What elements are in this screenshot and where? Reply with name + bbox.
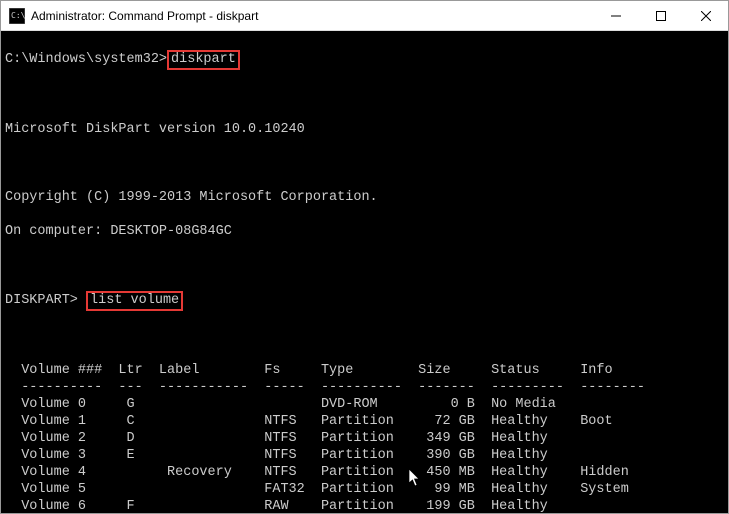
minimize-button[interactable]: [593, 1, 638, 30]
svg-text:C:\: C:\: [11, 11, 25, 20]
titlebar: C:\ Administrator: Command Prompt - disk…: [1, 1, 728, 31]
maximize-button[interactable]: [638, 1, 683, 30]
window-controls: [593, 1, 728, 30]
cmd-diskpart: diskpart: [167, 50, 240, 70]
version-line: Microsoft DiskPart version 10.0.10240: [5, 121, 724, 138]
volume-table: Volume ### Ltr Label Fs Type Size Status…: [5, 362, 724, 513]
copyright-line: Copyright (C) 1999-2013 Microsoft Corpor…: [5, 189, 724, 206]
diskpart-prompt: DISKPART>: [5, 293, 78, 308]
close-button[interactable]: [683, 1, 728, 30]
cmd-icon: C:\: [9, 8, 25, 24]
computer-line: On computer: DESKTOP-08G84GC: [5, 223, 724, 240]
terminal-output[interactable]: C:\Windows\system32>diskpart Microsoft D…: [1, 31, 728, 513]
cmd-list-volume: list volume: [86, 291, 183, 311]
window-title: Administrator: Command Prompt - diskpart: [31, 9, 593, 23]
prompt-path: C:\Windows\system32>: [5, 52, 167, 67]
